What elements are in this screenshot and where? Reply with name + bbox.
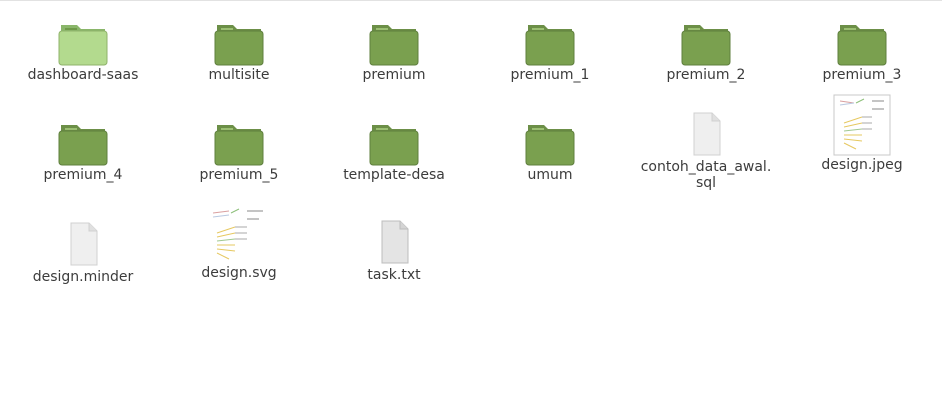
folder-icon (58, 25, 108, 66)
image-thumbnail-icon (833, 94, 891, 156)
folder-premium[interactable]: premium (319, 19, 469, 83)
item-label: umum (527, 167, 573, 183)
file-contoh-data-awal-sql[interactable]: contoh_data_awal. sql (631, 111, 781, 191)
folder-premium-4[interactable]: premium_4 (8, 119, 158, 183)
image-thumbnail-icon (212, 208, 263, 260)
folder-multisite[interactable]: multisite (164, 19, 314, 83)
folder-icon (525, 125, 575, 166)
item-label: premium_4 (43, 167, 123, 183)
item-label: premium_3 (822, 67, 902, 83)
item-label: design.minder (32, 269, 134, 285)
folder-icon (214, 125, 264, 166)
folder-icon (369, 125, 419, 166)
file-design-minder[interactable]: design.minder (8, 221, 158, 285)
document-icon (693, 112, 721, 156)
item-label: premium (362, 67, 426, 83)
text-document-icon (381, 220, 409, 264)
folder-icon (214, 25, 264, 66)
item-label: dashboard-saas (27, 67, 139, 83)
item-label: template-desa (343, 167, 445, 183)
file-design-jpeg[interactable]: design.jpeg (787, 93, 937, 173)
folder-umum[interactable]: umum (475, 119, 625, 183)
item-label: design.svg (201, 265, 277, 281)
document-icon (70, 222, 98, 266)
item-label: multisite (208, 67, 270, 83)
folder-icon (58, 125, 108, 166)
folder-icon (369, 25, 419, 66)
folder-premium-3[interactable]: premium_3 (787, 19, 937, 83)
folder-icon (525, 25, 575, 66)
folder-dashboard-saas[interactable]: dashboard-saas (8, 19, 158, 83)
folder-icon (681, 25, 731, 66)
item-label: contoh_data_awal. sql (640, 159, 772, 191)
folder-icon (837, 25, 887, 66)
item-label: premium_2 (666, 67, 746, 83)
item-label: design.jpeg (821, 157, 903, 173)
item-label: premium_5 (199, 167, 279, 183)
item-label: task.txt (367, 267, 421, 283)
item-label: premium_1 (510, 67, 590, 83)
file-task-txt[interactable]: task.txt (319, 219, 469, 283)
folder-premium-2[interactable]: premium_2 (631, 19, 781, 83)
file-manager-icon-view: dashboard-saas multisite premium premium… (0, 0, 942, 405)
folder-premium-1[interactable]: premium_1 (475, 19, 625, 83)
file-design-svg[interactable]: design.svg (164, 205, 314, 281)
folder-premium-5[interactable]: premium_5 (164, 119, 314, 183)
folder-template-desa[interactable]: template-desa (319, 119, 469, 183)
